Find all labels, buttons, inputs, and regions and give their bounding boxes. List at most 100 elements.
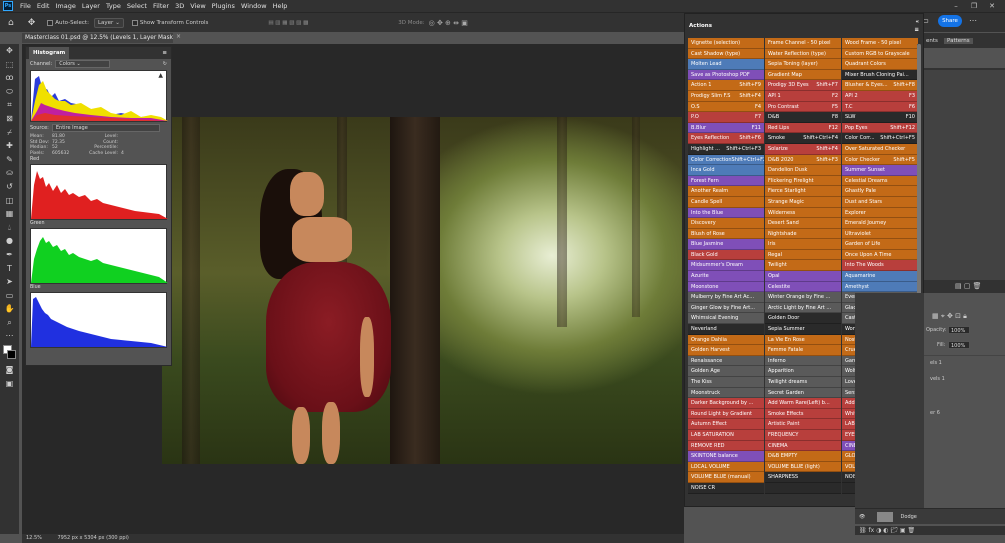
action-item[interactable]: Into The Woods	[842, 260, 918, 272]
action-item[interactable]: REMOVE RED	[688, 440, 764, 452]
action-item[interactable]: Opal	[765, 271, 841, 282]
action-item[interactable]: Quadrant Colors	[842, 59, 918, 70]
document-close-icon[interactable]: ×	[176, 33, 181, 40]
action-item[interactable]: Sepia Summer	[765, 324, 841, 335]
blur-tool-icon[interactable]: 💧︎	[0, 221, 19, 235]
action-item[interactable]: Garden of Life	[842, 239, 918, 250]
action-item[interactable]: Winter Orange by Fine ...	[765, 292, 841, 303]
type-tool-icon[interactable]: T	[0, 262, 19, 276]
action-item[interactable]: Solarize Shift+F4	[765, 143, 841, 155]
action-item[interactable]: Ginger Glow by Fine Art...	[688, 302, 764, 314]
action-item[interactable]	[765, 482, 841, 494]
action-item[interactable]: The Kiss	[688, 377, 764, 388]
healing-brush-icon[interactable]: ✚	[0, 139, 19, 153]
action-item[interactable]: Blue Jasmine	[688, 239, 764, 250]
action-item[interactable]: Round Light by Gradient	[688, 408, 764, 420]
action-item[interactable]: Flickering Firelight	[765, 175, 841, 187]
action-item[interactable]: Over Saturated Checker	[842, 143, 918, 155]
fill-input[interactable]: 100%	[948, 341, 970, 349]
action-item[interactable]: SHARPNESS	[765, 472, 841, 483]
action-item[interactable]: Regal	[765, 249, 841, 261]
menu-3d[interactable]: 3D	[172, 2, 187, 10]
visibility-eye-icon[interactable]: 👁︎	[859, 514, 865, 520]
layer-name[interactable]: er 6	[930, 410, 940, 416]
action-item[interactable]: Black Gold	[688, 249, 764, 261]
action-item[interactable]: Ghastly Pale	[842, 186, 918, 197]
actions-tab[interactable]: Actions	[689, 23, 712, 29]
histogram-tab[interactable]: Histogram	[29, 47, 70, 59]
action-item[interactable]: Inca Gold	[688, 165, 764, 176]
action-item[interactable]: Into the Blue	[688, 207, 764, 219]
action-item[interactable]: Frame Channel - 50 pixel	[765, 38, 841, 49]
hand-tool-icon[interactable]: ✋	[0, 302, 19, 316]
restore-icon[interactable]: ❐	[968, 0, 980, 12]
action-item[interactable]: Water Reflection (type)	[765, 48, 841, 60]
action-item[interactable]: Wood Frame - 50 pixel	[842, 38, 918, 49]
document-tab[interactable]: Masterclass 01.psd @ 12.5% (Levels 1, La…	[22, 33, 173, 43]
marquee-tool-icon[interactable]: ⬚	[0, 58, 19, 72]
action-item[interactable]: Midsummer's Dream	[688, 260, 764, 272]
action-item[interactable]: SKINTONE balance	[688, 451, 764, 462]
action-item[interactable]: Moonstruck	[688, 387, 764, 399]
action-item[interactable]: Vignette (selection)	[688, 38, 764, 49]
shape-tool-icon[interactable]: ▭	[0, 289, 19, 303]
action-item[interactable]: B.Blur F11	[688, 122, 764, 134]
action-item[interactable]: Molten Lead	[688, 59, 764, 70]
action-item[interactable]: Whimsical Evening	[688, 313, 764, 325]
pen-tool-icon[interactable]: ✒	[0, 248, 19, 262]
path-select-icon[interactable]: ➤	[0, 275, 19, 289]
crop-tool-icon[interactable]: ⌗	[0, 98, 19, 112]
action-item[interactable]: Iris	[765, 239, 841, 250]
action-item[interactable]: Arctic Light by Fine Art ...	[765, 302, 841, 314]
screen-mode-icon[interactable]: ▣	[0, 377, 19, 391]
action-item[interactable]: Prodigy 3D Eyes Shift+F7	[765, 80, 841, 91]
action-item[interactable]: Secret Garden	[765, 387, 841, 399]
action-item[interactable]: NOISE CR	[688, 482, 764, 494]
action-item[interactable]: Another Realm	[688, 186, 764, 197]
menu-file[interactable]: File	[17, 2, 34, 10]
action-item[interactable]: Celestial Dreams	[842, 175, 918, 187]
action-item[interactable]: Smoke Effects	[765, 408, 841, 420]
action-item[interactable]: Eyes Reflection Shift+F6	[688, 133, 764, 144]
action-item[interactable]: Color Checker Shift+F5	[842, 154, 918, 166]
action-item[interactable]: La Vie En Rose	[765, 334, 841, 346]
action-item[interactable]: Highlight ... Shift+Ctrl+F3	[688, 143, 764, 155]
menu-window[interactable]: Window	[238, 2, 270, 10]
action-item[interactable]: D&B 2020 Shift+F3	[765, 154, 841, 166]
action-item[interactable]: Candle Spell	[688, 196, 764, 208]
action-item[interactable]: Femme Fatale	[765, 345, 841, 356]
3d-mode-icons[interactable]: ◎ ✥ ⊕ ⇹ ▣	[429, 19, 468, 27]
action-item[interactable]: Color Correction Shift+Ctrl+F2	[688, 154, 764, 166]
action-item[interactable]: Blush of Rose	[688, 228, 764, 240]
action-item[interactable]: Action 1 Shift+F9	[688, 80, 764, 91]
action-item[interactable]: Prodigy Slim F.S Shift+F4	[688, 90, 764, 102]
panel-menu-icon[interactable]: ≡	[914, 24, 919, 36]
layer-name[interactable]: vels 1	[930, 376, 945, 382]
action-item[interactable]: Cast Shadow (type)	[688, 48, 764, 60]
menu-layer[interactable]: Layer	[79, 2, 103, 10]
action-item[interactable]: Nightshade	[765, 228, 841, 240]
action-item[interactable]: Golden Age	[688, 366, 764, 377]
menu-image[interactable]: Image	[52, 2, 78, 10]
color-swatches[interactable]	[0, 343, 19, 363]
menu-help[interactable]: Help	[270, 2, 291, 10]
action-item[interactable]: Renaissance	[688, 355, 764, 367]
clone-stamp-icon[interactable]: ⛀	[0, 166, 19, 180]
home-icon[interactable]: ⌂	[8, 18, 14, 28]
action-item[interactable]: O.S F4	[688, 101, 764, 113]
action-item[interactable]: Orange Dahlia	[688, 334, 764, 346]
dodge-tool-icon[interactable]: ●	[0, 234, 19, 248]
action-item[interactable]: Once Upon A Time	[842, 249, 918, 261]
zoom-tool-icon[interactable]: ⌕	[0, 316, 19, 330]
action-item[interactable]: CINEMA	[765, 440, 841, 452]
frame-tool-icon[interactable]: ⊠	[0, 112, 19, 126]
action-item[interactable]: Strange Magic	[765, 196, 841, 208]
tab-patterns[interactable]: Patterns	[944, 38, 973, 44]
gradient-tool-icon[interactable]: ▦	[0, 207, 19, 221]
layer-row-dodge[interactable]: 👁︎ Dodge	[855, 508, 1005, 524]
brush-tool-icon[interactable]: ✎	[0, 153, 19, 167]
minimize-icon[interactable]: –	[950, 0, 962, 12]
move-tool-icon[interactable]: ✥	[28, 18, 36, 28]
eraser-tool-icon[interactable]: ◫	[0, 194, 19, 208]
action-item[interactable]: VOLUME BLUE (manual)	[688, 472, 764, 483]
